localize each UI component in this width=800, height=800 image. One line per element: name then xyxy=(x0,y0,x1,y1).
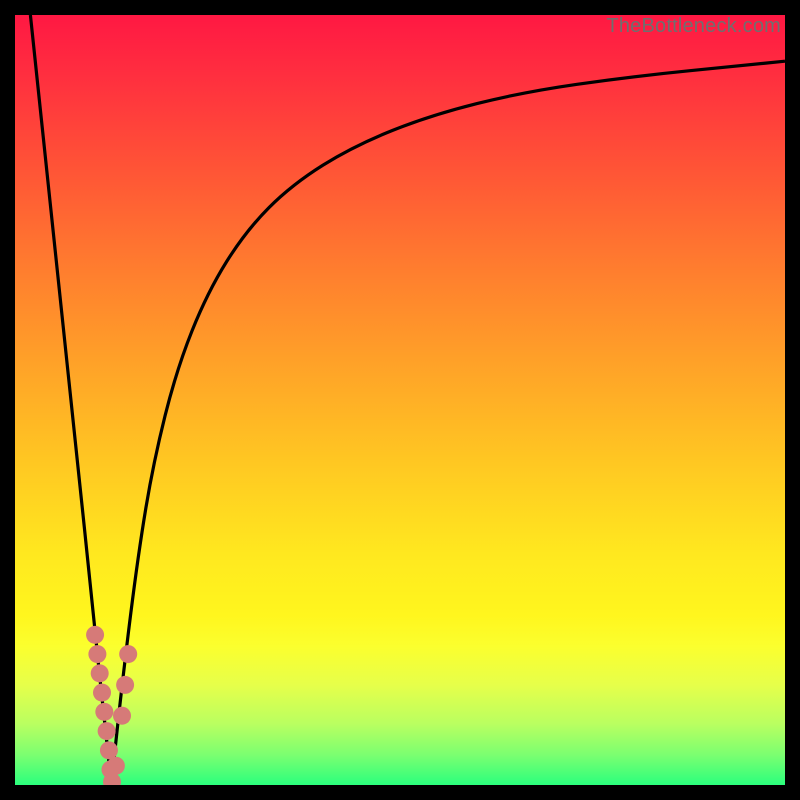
marker-dot xyxy=(86,626,104,644)
right-branch-curve xyxy=(111,61,785,785)
marker-dot xyxy=(98,722,116,740)
marker-dot xyxy=(116,676,134,694)
marker-dot xyxy=(88,645,106,663)
watermark-text: TheBottleneck.com xyxy=(606,15,781,38)
marker-dot xyxy=(91,664,109,682)
chart-frame: TheBottleneck.com xyxy=(0,0,800,800)
marker-dot xyxy=(95,703,113,721)
marker-dot xyxy=(107,757,125,775)
marker-dot xyxy=(119,645,137,663)
marker-dot xyxy=(113,707,131,725)
marker-group xyxy=(86,626,137,785)
curve-layer xyxy=(15,15,785,785)
marker-dot xyxy=(93,684,111,702)
marker-dot xyxy=(100,741,118,759)
curve-group xyxy=(30,15,785,785)
plot-area: TheBottleneck.com xyxy=(15,15,785,785)
